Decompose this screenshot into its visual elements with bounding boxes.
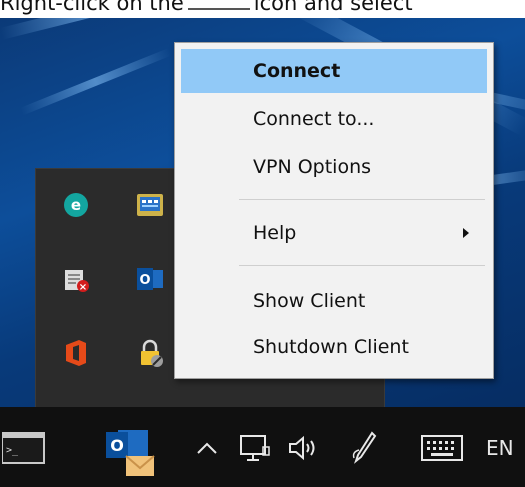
vpn-context-menu: Connect Connect to... VPN Options Help S… (174, 42, 494, 379)
eset-icon[interactable]: e (58, 187, 94, 223)
security-warning-icon[interactable]: × (58, 261, 94, 297)
pen-icon[interactable] (346, 427, 382, 467)
svg-text:O: O (110, 436, 124, 455)
menu-item-connect[interactable]: Connect (181, 49, 487, 93)
svg-text:O: O (139, 273, 150, 288)
desktop-background: e × O Connect Connect to... VPN Options … (0, 18, 525, 407)
chevron-up-icon[interactable] (192, 429, 222, 467)
instruction-caption: Right-click on the icon and select (0, 0, 525, 18)
keyboard-icon[interactable] (418, 431, 466, 465)
menu-item-vpn-options[interactable]: VPN Options (181, 145, 487, 189)
icon-placeholder (187, 0, 250, 10)
outlook-icon[interactable]: O (100, 421, 160, 479)
svg-text:e: e (71, 196, 81, 214)
svg-text:>_: >_ (6, 445, 19, 456)
menu-item-help[interactable]: Help (181, 211, 487, 255)
network-adapter-icon[interactable] (132, 187, 168, 223)
menu-item-show-client[interactable]: Show Client (181, 279, 487, 323)
menu-item-shutdown-client[interactable]: Shutdown Client (181, 325, 487, 369)
vpn-lock-icon[interactable] (132, 335, 168, 371)
light-beam (0, 18, 178, 40)
light-beam (20, 48, 172, 116)
svg-text:×: × (79, 282, 87, 293)
office-icon[interactable] (58, 335, 94, 371)
volume-icon[interactable] (284, 429, 324, 467)
taskbar: >_ O EN (0, 407, 525, 487)
submenu-arrow-icon (463, 228, 469, 238)
caption-suffix: icon and select (253, 0, 413, 15)
language-indicator[interactable]: EN (486, 429, 525, 467)
network-icon[interactable] (236, 429, 274, 467)
menu-separator (239, 265, 485, 266)
terminal-icon[interactable]: >_ (0, 429, 48, 467)
menu-separator (239, 199, 485, 200)
menu-item-connect-to[interactable]: Connect to... (181, 97, 487, 141)
menu-item-help-label: Help (253, 222, 297, 244)
outlook-icon[interactable]: O (132, 261, 168, 297)
caption-prefix: Right-click on the (0, 0, 184, 15)
